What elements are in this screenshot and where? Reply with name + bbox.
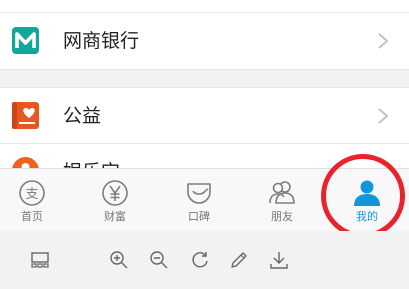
- menu-list: 网商银行 公益 娱乐宝: [0, 0, 409, 168]
- edit-icon[interactable]: [228, 249, 250, 271]
- chevron-right-icon: [378, 108, 389, 124]
- menu-item-charity[interactable]: 公益: [0, 88, 409, 144]
- tab-label: 首页: [21, 210, 43, 223]
- thumbnail-icon[interactable]: [29, 249, 51, 271]
- chevron-right-icon: [378, 33, 389, 49]
- section-gap: [0, 70, 409, 87]
- tab-label: 口碑: [188, 210, 210, 223]
- tab-wealth[interactable]: 财富: [74, 169, 156, 231]
- entertainment-icon: [12, 157, 39, 168]
- rotate-icon[interactable]: [189, 249, 211, 271]
- zoom-out-icon[interactable]: [148, 249, 170, 271]
- viewer-toolbar: [0, 231, 409, 289]
- highlight-circle: [321, 154, 405, 238]
- koubei-smile-icon: [187, 183, 211, 204]
- svg-text:支: 支: [25, 187, 38, 202]
- menu-item-mybank[interactable]: 网商银行: [0, 13, 409, 69]
- menu-item-label: 公益: [63, 105, 102, 127]
- charity-book-icon: [12, 102, 39, 129]
- tab-home[interactable]: 支 首页: [0, 169, 73, 231]
- home-icon: 支: [19, 180, 45, 206]
- tab-friends[interactable]: 朋友: [241, 169, 323, 231]
- tab-label: 财富: [104, 210, 126, 223]
- wealth-yen-icon: [102, 180, 128, 206]
- friends-icon: [269, 181, 295, 204]
- menu-item-label: 网商银行: [63, 30, 140, 52]
- tab-koubei[interactable]: 口碑: [158, 169, 240, 231]
- menu-item-label: 娱乐宝: [63, 144, 120, 168]
- download-icon[interactable]: [268, 249, 290, 271]
- mybank-icon: [12, 27, 39, 54]
- zoom-in-icon[interactable]: [108, 249, 130, 271]
- tab-label: 朋友: [271, 210, 293, 223]
